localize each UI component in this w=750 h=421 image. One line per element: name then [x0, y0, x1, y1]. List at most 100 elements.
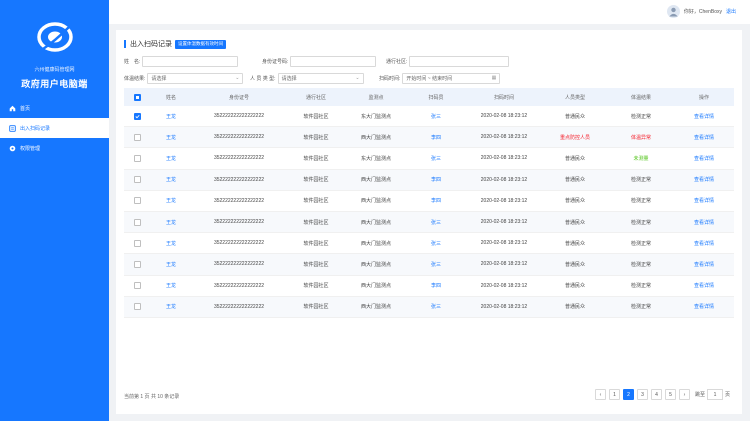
column-header: 扫码时间 [493, 94, 514, 101]
column-header: 身份证号 [228, 94, 249, 101]
scan-time-cell: 2020-02-08 18:23:12 [480, 197, 528, 204]
checkpoint-cell: 东大门监测点 [360, 155, 391, 162]
scan-time-filter: 扫码时间: 开始时间 ~ 结束时间 ▦ [379, 72, 501, 84]
name-input[interactable] [142, 55, 239, 67]
person-name-link[interactable]: 王龙 [150, 261, 192, 268]
id-filter: 身份证号码: [262, 55, 377, 67]
view-details-link[interactable]: 查看详情 [674, 155, 734, 162]
person-name-link[interactable]: 王龙 [150, 303, 192, 310]
page-button[interactable]: 3 [636, 389, 648, 400]
chevron-down-icon: ⌄ [355, 75, 360, 81]
row-checkbox[interactable] [133, 303, 141, 311]
person-type-cell: 普通民众 [564, 177, 585, 184]
view-details-link[interactable]: 查看详情 [674, 261, 734, 268]
row-checkbox[interactable] [133, 282, 141, 290]
scanner-link[interactable]: 李四 [406, 282, 466, 289]
person-type-cell: 普通民众 [564, 155, 585, 162]
row-checkbox[interactable] [133, 112, 141, 120]
sidebar-item-label: 权限管理 [20, 145, 41, 152]
scan-time-cell: 2020-02-08 18:23:12 [480, 303, 528, 310]
page-button[interactable]: 5 [664, 389, 676, 400]
id-number-cell: 352222222222222222 [213, 240, 265, 247]
person-name-link[interactable]: 王龙 [150, 134, 192, 141]
person-name-link[interactable]: 王龙 [150, 197, 192, 204]
row-checkbox[interactable] [133, 239, 141, 247]
scanner-link[interactable]: 张三 [406, 303, 466, 310]
row-checkbox[interactable] [133, 154, 141, 162]
row-checkbox[interactable] [133, 197, 141, 205]
person-type-filter: 人 员 类 型: 请选择 ⌄ [250, 72, 364, 84]
next-page-button[interactable]: › [678, 389, 690, 400]
checkpoint-cell: 东大门监测点 [360, 113, 391, 120]
row-checkbox[interactable] [133, 260, 141, 268]
row-checkbox[interactable] [133, 133, 141, 141]
page-button[interactable]: 2 [622, 389, 634, 400]
sidebar-item-label: 首页 [20, 105, 31, 112]
row-checkbox[interactable] [133, 176, 141, 184]
scanner-link[interactable]: 张三 [406, 219, 466, 226]
person-name-link[interactable]: 王龙 [150, 155, 192, 162]
column-header: 姓名 [165, 94, 176, 101]
person-name-link[interactable]: 王龙 [150, 176, 192, 183]
scan-time-cell: 2020-02-08 18:23:12 [480, 134, 528, 141]
community-cell: 软件园社区 [303, 155, 329, 162]
page-button[interactable]: 1 [608, 389, 620, 400]
avatar[interactable] [666, 5, 680, 18]
scanner-link[interactable]: 张三 [406, 240, 466, 247]
view-details-link[interactable]: 查看详情 [674, 113, 734, 120]
org-name: 六州健康码管理网 [34, 67, 75, 73]
view-details-link[interactable]: 查看详情 [674, 303, 734, 310]
table-row: 王龙 352222222222222222 软件园社区 西大门监测点 张三 2020-02… [124, 233, 734, 255]
home-icon [8, 104, 16, 112]
id-label: 身份证号码: [262, 58, 289, 65]
jump-page-input[interactable]: 1 [706, 389, 723, 400]
person-name-link[interactable]: 王龙 [150, 219, 192, 226]
select-all-checkbox[interactable] [133, 93, 141, 101]
view-details-link[interactable]: 查看详情 [674, 282, 734, 289]
temperature-result-cell: 检测正常 [630, 240, 651, 247]
scan-time-cell: 2020-02-08 18:23:12 [480, 219, 528, 226]
sidebar-item-scan-records[interactable]: 出入扫码记录 [0, 118, 109, 138]
person-type-cell: 重点防控人员 [559, 134, 590, 141]
sidebar-item-home[interactable]: 首页 [0, 98, 109, 118]
id-input[interactable] [290, 55, 377, 67]
jump-prefix: 跳至 [694, 392, 705, 398]
community-input[interactable] [409, 55, 510, 67]
view-details-link[interactable]: 查看详情 [674, 134, 734, 141]
logout-link[interactable]: 退出 [726, 8, 736, 15]
column-header: 扫码员 [428, 94, 444, 101]
community-label: 通行社区: [386, 58, 408, 65]
person-name-link[interactable]: 王龙 [150, 240, 192, 247]
temperature-label: 体温结果: [124, 75, 146, 82]
checkpoint-cell: 西大门监测点 [360, 240, 391, 247]
view-details-link[interactable]: 查看详情 [674, 197, 734, 204]
scanner-link[interactable]: 李四 [406, 197, 466, 204]
scanner-link[interactable]: 张三 [406, 155, 466, 162]
community-cell: 软件园社区 [303, 304, 329, 311]
id-number-cell: 352222222222222222 [213, 219, 265, 226]
scanner-link[interactable]: 张三 [406, 261, 466, 268]
table-row: 王龙 352222222222222222 软件园社区 西大门监测点 张三 2020-02… [124, 211, 734, 234]
page-button[interactable]: 4 [650, 389, 662, 400]
row-checkbox[interactable] [133, 218, 141, 226]
set-temperature-validity-button[interactable]: 设置体温数据有效时间 [175, 39, 226, 49]
scanner-link[interactable]: 李四 [406, 134, 466, 141]
view-details-link[interactable]: 查看详情 [674, 176, 734, 183]
table-header: 姓名 身份证号 通行社区 监测点 扫码员 扫码时间 人员类型 体温结果 操作 [124, 88, 734, 106]
person-type-select[interactable]: 请选择 ⌄ [277, 72, 364, 84]
view-details-link[interactable]: 查看详情 [674, 219, 734, 226]
scanner-link[interactable]: 张三 [406, 113, 466, 120]
scan-time-cell: 2020-02-08 18:23:12 [480, 155, 528, 162]
prev-page-button[interactable]: ‹ [594, 389, 606, 400]
person-name-link[interactable]: 王龙 [150, 113, 192, 120]
person-name-link[interactable]: 王龙 [150, 282, 192, 289]
temperature-select[interactable]: 请选择 ⌄ [147, 72, 244, 84]
scanner-link[interactable]: 李四 [406, 176, 466, 183]
jump-suffix: 页 [724, 392, 730, 398]
sidebar-item-permissions[interactable]: 权限管理 [0, 138, 109, 158]
filter-panel: 姓 名: 身份证号码: 通行社区: 体温结果: 请选择 ⌄ 人 员 类 型: 请… [124, 55, 734, 89]
view-details-link[interactable]: 查看详情 [674, 240, 734, 247]
scan-time-range-picker[interactable]: 开始时间 ~ 结束时间 ▦ [402, 72, 501, 84]
temperature-filter: 体温结果: 请选择 ⌄ [124, 72, 244, 84]
title-accent-bar [124, 40, 126, 48]
